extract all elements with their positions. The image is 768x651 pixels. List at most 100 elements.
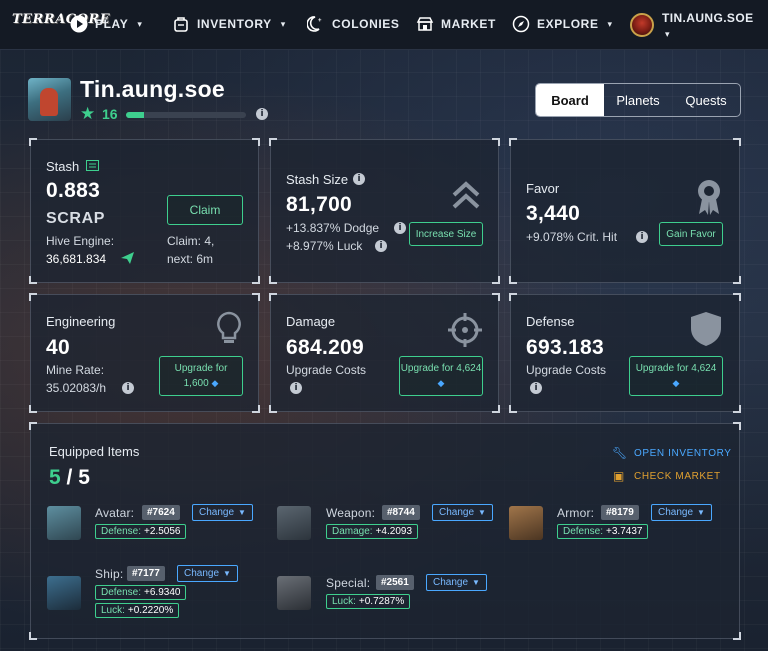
open-inventory-link[interactable]: 🔧︎ OPEN INVENTORY [612,446,732,460]
ship-item-thumbnail[interactable] [47,576,81,610]
avatar-slot-label: Avatar: [95,506,135,520]
ship-id-tag: #7177 [127,566,165,581]
award-ribbon-icon [698,180,720,215]
check-market-link[interactable]: ▣ CHECK MARKET [612,469,721,483]
nav-colonies[interactable]: + COLONIES [307,15,399,33]
send-icon[interactable] [121,252,134,264]
increase-size-button[interactable]: Increase Size [409,222,483,246]
nav-market-label: MARKET [441,17,496,31]
equipped-title: Equipped Items [49,444,140,459]
double-chevron-up-icon [452,181,480,209]
equipped-total: 5 [78,466,90,489]
info-icon[interactable]: i [530,382,542,394]
moon-stars-icon: + [307,16,322,32]
armor-defense-stat: Defense: +3.7437 [557,524,649,539]
info-icon[interactable]: i [122,382,134,394]
play-icon [70,15,88,33]
profile-name: Tin.aung.soe [80,76,226,102]
armor-item-thumbnail[interactable] [509,506,543,540]
info-icon[interactable]: i [636,231,648,243]
chevron-down-icon: ▼ [223,569,231,578]
stat-value: +3.7437 [606,526,643,537]
engineering-upgrade-button[interactable]: Upgrade for 1,600 ◆ [159,356,243,396]
stash-size-title: Stash Size [286,172,349,187]
stat-key: Defense: [563,526,604,537]
change-label: Change [184,568,220,579]
avatar-id-tag: #7624 [142,505,180,520]
terminal-icon: ▣ [613,469,625,483]
stat-value: +0.7287% [358,596,405,607]
info-icon[interactable]: i [353,173,365,185]
ship-change-button[interactable]: Change ▼ [177,565,238,582]
gem-icon: ◆ [672,378,680,388]
defense-value: 693.183 [526,336,605,359]
check-market-label: CHECK MARKET [634,470,721,482]
shield-icon [691,312,721,346]
special-slot-label: Special: [326,576,371,590]
open-inventory-label: OPEN INVENTORY [634,447,732,459]
weapon-id-tag: #8744 [382,505,420,520]
chevron-down-icon: ▼ [238,508,246,517]
ship-luck-stat: Luck: +0.2220% [95,603,180,618]
chevron-down-icon[interactable]: ▾ [665,29,670,40]
top-nav: TERRACORE PLAY ▾ INVENTORY ▾ + COLONIES … [0,0,768,50]
chevron-down-icon: ▼ [472,578,480,587]
user-avatar[interactable] [630,13,654,37]
nav-play[interactable]: PLAY ▾ [70,15,142,33]
chevron-down-icon: ▾ [607,18,613,29]
stash-value: 0.883 [46,179,101,202]
weapon-damage-stat: Damage: +4.2093 [326,524,419,539]
info-icon[interactable]: i [256,108,268,120]
tab-quests[interactable]: Quests [672,84,740,116]
lightbulb-icon [217,311,241,343]
upgrade-label: Upgrade for [174,363,228,374]
tab-board[interactable]: Board [536,84,604,116]
stat-value: +6.9340 [144,587,181,598]
defense-card: Defense 693.183 Upgrade Costs i Upgrade … [509,293,741,413]
stat-key: Defense: [101,526,142,537]
change-label: Change [658,507,694,518]
avatar-item-thumbnail[interactable] [47,506,81,540]
mine-rate-value: 35.02083/h [46,381,107,395]
avatar-defense-stat: Defense: +2.5056 [95,524,187,539]
equipped-count: 5 / 5 [49,466,90,490]
claim-button[interactable]: Claim [167,195,243,225]
nav-market[interactable]: MARKET [416,15,496,33]
armor-id-tag: #8179 [601,505,639,520]
change-label: Change [433,577,469,588]
avatar-change-button[interactable]: Change ▼ [192,504,253,521]
defense-upgrade-button[interactable]: Upgrade for 4,624 ◆ [629,356,723,396]
equipped-separator: / [60,466,79,489]
crosshair-icon [448,313,482,347]
wrench-icon: 🔧︎ [612,446,628,460]
weapon-change-button[interactable]: Change ▼ [432,504,493,521]
tab-planets[interactable]: Planets [604,84,672,116]
gain-favor-button[interactable]: Gain Favor [659,222,723,246]
user-menu-name[interactable]: TIN.AUNG.SOE [662,11,753,25]
mine-rate-label: Mine Rate: [46,363,105,377]
info-icon[interactable]: i [375,240,387,252]
damage-title: Damage [286,314,336,329]
ledger-icon [86,160,99,171]
damage-upgrade-button[interactable]: Upgrade for 4,624 ◆ [399,356,483,396]
favor-card: Favor 3,440 +9.078% Crit. Hit i Gain Fav… [509,138,741,284]
damage-value: 684.209 [286,336,365,359]
info-icon[interactable]: i [290,382,302,394]
weapon-item-thumbnail[interactable] [277,506,311,540]
svg-text:+: + [318,18,322,24]
special-change-button[interactable]: Change ▼ [426,574,487,591]
stash-title: Stash [46,159,80,174]
shop-icon [416,17,434,31]
armor-change-button[interactable]: Change ▼ [651,504,712,521]
special-item-thumbnail[interactable] [277,576,311,610]
stash-unit: SCRAP [46,210,106,227]
nav-explore[interactable]: EXPLORE ▾ [512,15,613,33]
gem-icon: ◆ [437,378,445,388]
stash-card: Stash 0.883 SCRAP Claim Hive Engine: 36,… [29,138,260,284]
xp-progress-bar [126,112,246,118]
info-icon[interactable]: i [394,222,406,234]
favor-value: 3,440 [526,202,581,225]
nav-inventory[interactable]: INVENTORY ▾ [172,15,286,33]
nav-explore-label: EXPLORE [537,17,599,31]
engineering-value: 40 [46,336,70,359]
